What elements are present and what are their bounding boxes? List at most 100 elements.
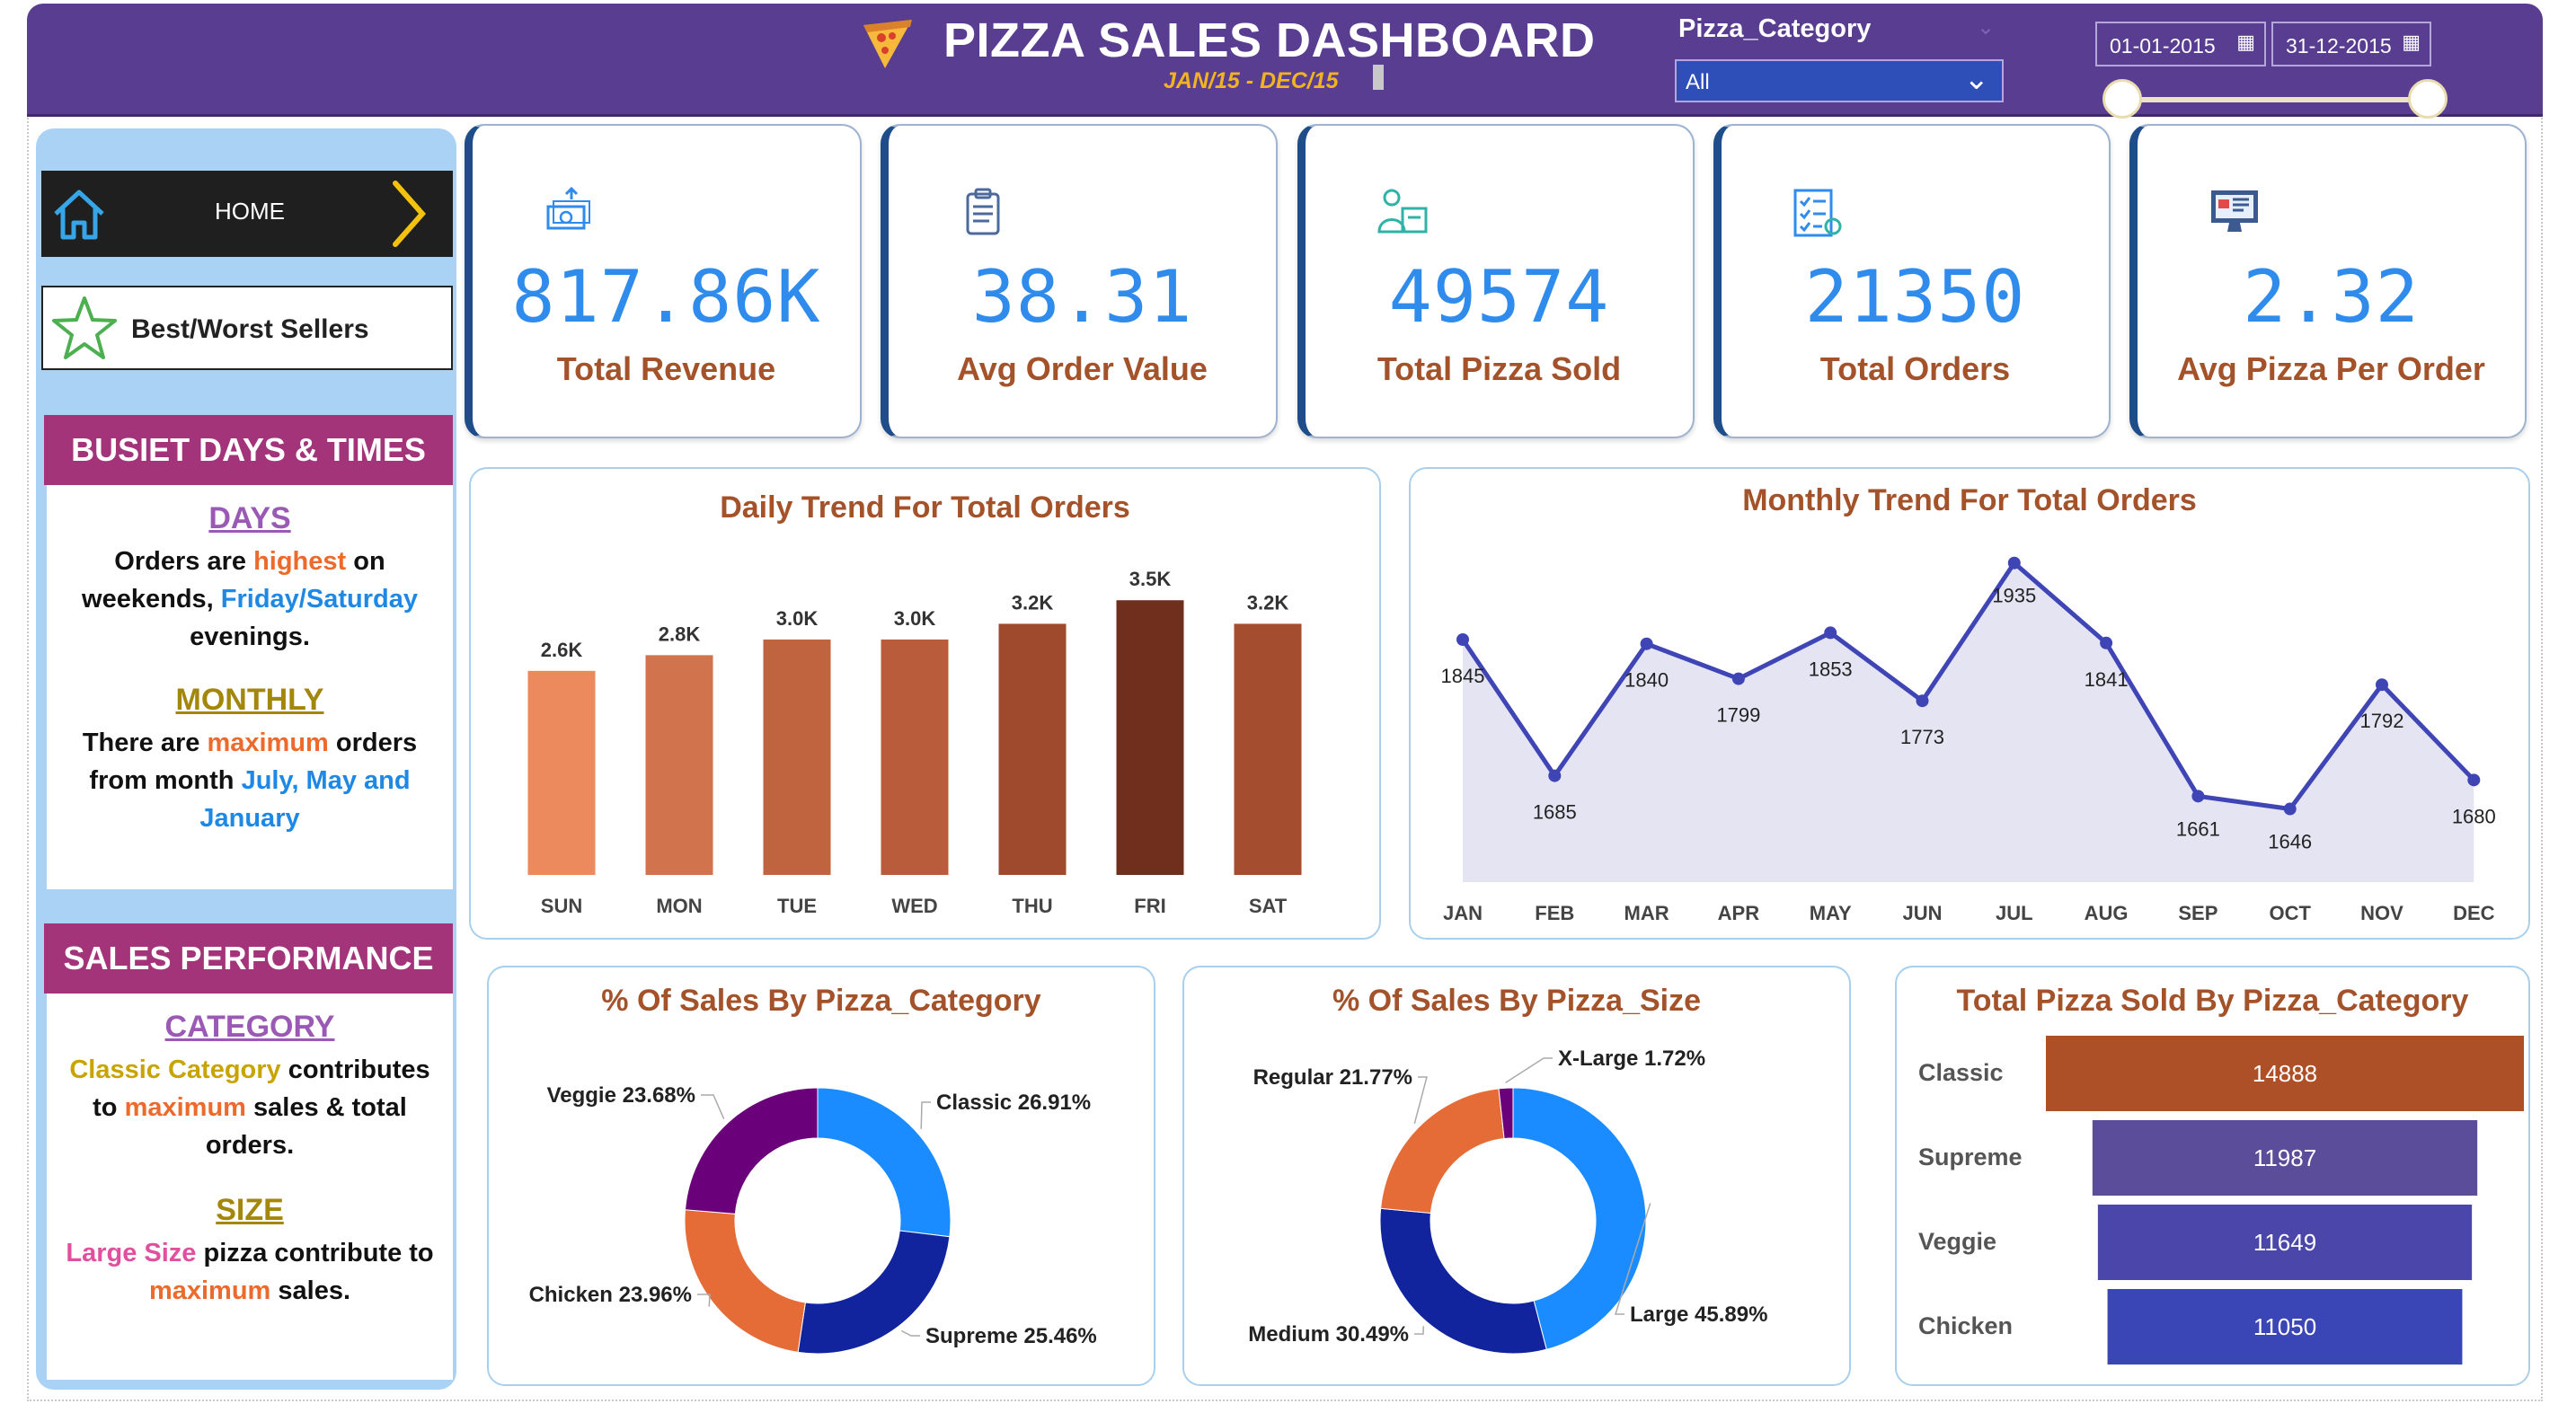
bar — [998, 623, 1067, 875]
date-start-value: 01-01-2015 — [2110, 34, 2216, 57]
category-label: Chicken — [1918, 1312, 2013, 1339]
data-point — [2376, 678, 2388, 692]
kpi-label: Total Revenue — [556, 350, 776, 387]
bar-data-label: 11987 — [2253, 1144, 2316, 1171]
days-note: Orders are highest on weekends, Friday/S… — [82, 547, 418, 651]
data-point — [2007, 556, 2021, 570]
clipboard-icon — [966, 188, 1000, 235]
data-point — [2467, 773, 2481, 787]
x-tick-label: MAY — [1810, 902, 1852, 924]
home-icon — [54, 190, 104, 240]
point-data-label: 1792 — [2360, 710, 2404, 732]
sales-performance-heading: SALES PERFORMANCE — [44, 923, 453, 994]
bar-data-label: 2.8K — [659, 623, 701, 645]
leader-line — [1414, 1326, 1424, 1335]
kpi-value: 21350 — [1804, 255, 2026, 339]
bar-data-label: 3.0K — [776, 607, 819, 630]
data-point — [1731, 672, 1745, 685]
x-tick-label: THU — [1012, 895, 1052, 917]
category-note: Classic Category contributes to maximum … — [69, 1055, 430, 1160]
slice-data-label: Veggie 23.68% — [547, 1083, 695, 1108]
monitor-icon — [2211, 190, 2258, 232]
best-worst-sellers-label: Best/Worst Sellers — [131, 314, 369, 344]
chevron-down-icon: ⌄ — [1963, 62, 1990, 96]
point-data-label: 1680 — [2452, 805, 2496, 827]
best-worst-sellers-button[interactable]: Best/Worst Sellers — [41, 286, 453, 370]
data-point — [1640, 637, 1653, 650]
leader-line — [1505, 1057, 1553, 1083]
x-tick-label: SEP — [2178, 902, 2217, 924]
point-data-label: 1853 — [1809, 658, 1853, 680]
data-point — [1916, 694, 1929, 708]
point-data-label: 1799 — [1716, 704, 1760, 727]
kpi-value: 49574 — [1388, 255, 1610, 339]
kpi-card-total-revenue: 817.86K Total Revenue — [465, 124, 862, 438]
bar — [881, 639, 949, 875]
data-point — [2100, 636, 2113, 649]
data-point — [2191, 790, 2205, 803]
category-donut-chart: Classic 26.91% Supreme 25.46% Chicken 23.9… — [529, 1083, 1097, 1355]
bar-data-label: 14888 — [2253, 1060, 2317, 1087]
delivery-icon — [1377, 189, 1428, 234]
bar — [527, 670, 596, 875]
x-tick-label: JAN — [1443, 902, 1483, 924]
area-fill — [1463, 562, 2474, 882]
donut-slice — [684, 1087, 819, 1214]
x-tick-label: SAT — [1249, 895, 1288, 917]
calendar-icon: ▦ — [2236, 31, 2255, 53]
monthly-trend-chart: 1845 JAN 1685 FEB 1840 MAR 1799 APR 1853 MAY 1773 J… — [1441, 556, 2496, 924]
donut-slice — [684, 1209, 806, 1353]
date-start-input[interactable]: 01-01-2015 ▦ — [2095, 22, 2266, 66]
date-range-start-handle[interactable] — [2102, 79, 2142, 119]
filter-collapse-icon[interactable]: ⌄ — [1977, 14, 1995, 40]
x-tick-label: TUE — [777, 895, 817, 917]
x-tick-label: FRI — [1134, 895, 1165, 917]
kpi-label: Total Orders — [1819, 350, 2011, 387]
bar-data-label: 3.0K — [894, 607, 936, 630]
home-button[interactable]: HOME — [41, 171, 453, 257]
size-note: Large Size pizza contribute to maximum s… — [66, 1239, 434, 1305]
date-end-input[interactable]: 31-12-2015 ▦ — [2271, 22, 2431, 66]
page-title: PIZZA SALES DASHBOARD — [943, 13, 1596, 67]
subtitle-marker — [1373, 65, 1384, 90]
x-tick-label: NOV — [2360, 902, 2403, 924]
data-point — [1824, 626, 1837, 640]
category-label: Veggie — [1918, 1228, 1996, 1255]
kpi-card-total-orders: 21350 Total Orders — [1713, 124, 2111, 438]
leader-line — [1413, 1076, 1428, 1125]
date-end-value: 31-12-2015 — [2286, 34, 2392, 57]
point-data-label: 1935 — [1992, 585, 2036, 607]
x-tick-label: AUG — [2085, 902, 2129, 924]
slice-data-label: Supreme 25.46% — [925, 1324, 1097, 1348]
point-data-label: 1841 — [2085, 668, 2129, 691]
slice-data-label: Large 45.89% — [1630, 1303, 1767, 1327]
bar-data-label: 11649 — [2253, 1229, 2316, 1256]
slice-data-label: Medium 30.49% — [1248, 1322, 1409, 1347]
monthly-title: MONTHLY — [175, 683, 324, 717]
kpi-label: Avg Order Value — [957, 350, 1208, 387]
star-icon — [52, 296, 117, 359]
daily-trend-chart: 2.6K SUN 2.8K MON 3.0K TUE 3.0K WED 3.2K THU 3.5K F… — [527, 568, 1302, 917]
date-range-end-handle[interactable] — [2408, 79, 2448, 119]
bar-data-label: 3.2K — [1247, 591, 1289, 614]
x-tick-label: MON — [656, 895, 702, 917]
bar-data-label: 2.6K — [541, 639, 583, 661]
monthly-trend-card: Monthly Trend For Total Orders 1845 JAN 16… — [1409, 467, 2530, 940]
calendar-icon: ▦ — [2402, 31, 2421, 53]
category-donut-card: % Of Sales By Pizza_Category Classic 26.… — [487, 966, 1155, 1386]
kpi-card-total-pizza-sold: 49574 Total Pizza Sold — [1297, 124, 1695, 438]
pizza-icon — [863, 20, 912, 68]
x-tick-label: JUL — [1996, 902, 2033, 924]
category-filter-label: Pizza_Category — [1678, 14, 1872, 43]
category-filter-select[interactable]: All ⌄ — [1675, 59, 2004, 102]
bar — [645, 655, 713, 875]
kpi-value: 38.31 — [971, 255, 1193, 339]
point-data-label: 1845 — [1441, 665, 1485, 687]
size-title: SIZE — [216, 1193, 284, 1227]
x-tick-label: OCT — [2269, 902, 2311, 924]
busiest-days-heading: BUSIET DAYS & TIMES — [44, 415, 453, 485]
bar-data-label: 3.2K — [1012, 591, 1054, 614]
point-data-label: 1685 — [1533, 801, 1577, 824]
date-range-slider-track[interactable] — [2122, 97, 2426, 102]
monthly-note: There are maximum orders from month July… — [82, 729, 418, 833]
